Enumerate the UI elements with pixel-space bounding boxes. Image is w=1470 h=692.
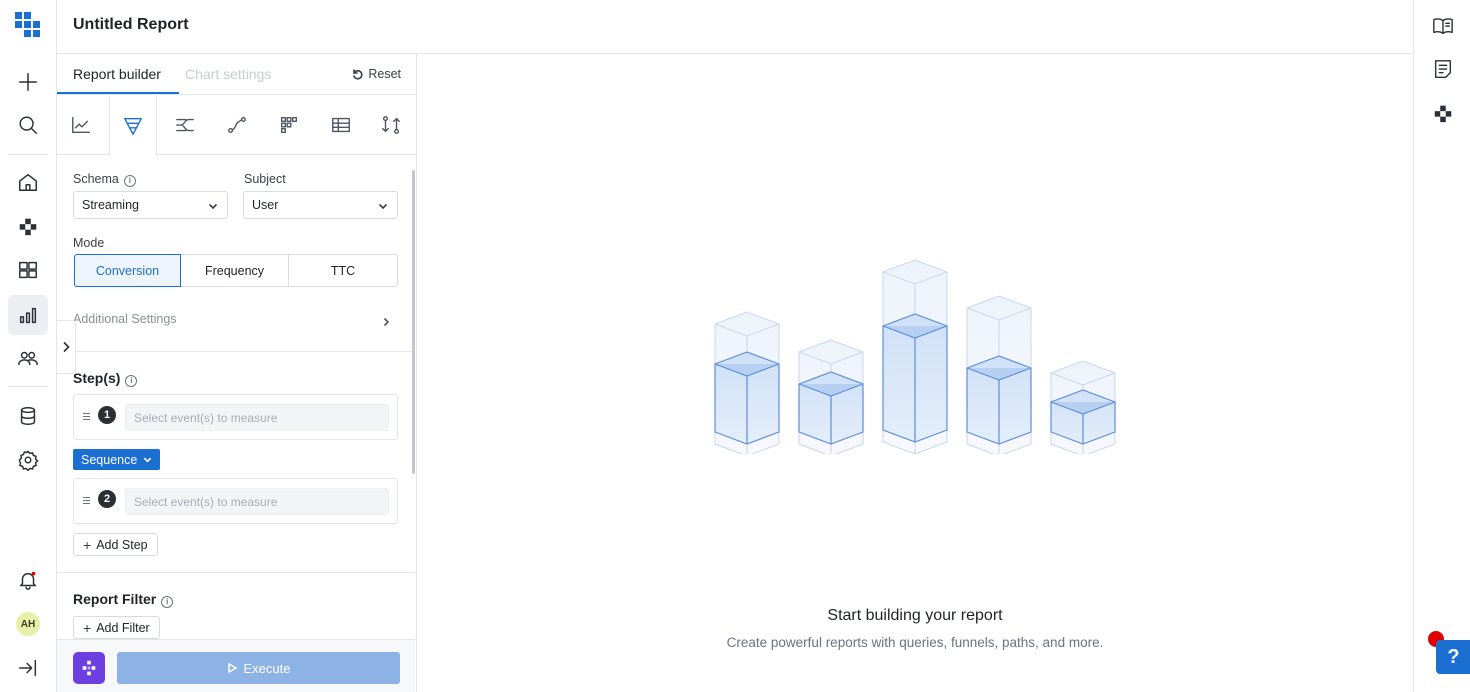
report-builder-panel: Report builder Chart settings Reset Sche… bbox=[57, 54, 417, 692]
report-header: Untitled Report bbox=[57, 0, 1413, 54]
info-icon[interactable]: i bbox=[123, 175, 136, 187]
execute-button[interactable]: Execute bbox=[117, 652, 400, 684]
subject-select[interactable]: User bbox=[243, 191, 398, 219]
reports-icon[interactable] bbox=[8, 295, 48, 335]
sequence-label: Sequence bbox=[81, 452, 138, 467]
step-row-1: 1 Select event(s) to measure bbox=[73, 394, 398, 440]
report-canvas: Start building your report Create powerf… bbox=[417, 54, 1413, 692]
new-plus-icon[interactable] bbox=[8, 62, 48, 102]
integrations-icon[interactable] bbox=[8, 206, 48, 246]
builder-footer: Execute bbox=[57, 639, 415, 692]
event-select-input[interactable]: Select event(s) to measure bbox=[125, 488, 389, 515]
trend-chart-icon[interactable] bbox=[57, 95, 105, 154]
section-divider bbox=[57, 351, 415, 352]
empty-state-illustration bbox=[714, 259, 1116, 454]
report-filter-title: Report Filter i bbox=[73, 591, 174, 608]
chevron-down-icon bbox=[208, 200, 218, 210]
app: AH Untitled Report Report builder Chart … bbox=[0, 0, 1470, 692]
steps-title: Step(s) i bbox=[73, 370, 138, 387]
nav-divider bbox=[8, 386, 48, 387]
page-title[interactable]: Untitled Report bbox=[73, 16, 189, 34]
integrations-icon[interactable] bbox=[1430, 100, 1456, 126]
empty-state-subtitle: Create powerful reports with queries, fu… bbox=[726, 635, 1104, 650]
plus-icon: + bbox=[83, 536, 92, 553]
step-row-2: 2 Select event(s) to measure bbox=[73, 478, 398, 524]
funnel-icon[interactable] bbox=[109, 95, 157, 156]
chevron-right-icon[interactable] bbox=[381, 314, 391, 332]
event-select-input[interactable]: Select event(s) to measure bbox=[125, 404, 389, 431]
play-icon bbox=[227, 663, 237, 673]
schema-value: Streaming bbox=[82, 198, 139, 212]
heatmap-icon[interactable] bbox=[265, 95, 313, 154]
help-button[interactable]: ? bbox=[1436, 640, 1470, 674]
panel-scrollbar[interactable] bbox=[412, 170, 415, 474]
table-icon[interactable] bbox=[317, 95, 365, 154]
drag-handle-icon[interactable] bbox=[83, 413, 90, 422]
steps-title-text: Step(s) bbox=[73, 370, 121, 386]
undo-icon bbox=[353, 69, 363, 80]
plus-icon: + bbox=[83, 619, 92, 636]
avatar[interactable]: AH bbox=[16, 612, 40, 636]
schema-label: Schema i bbox=[73, 172, 136, 187]
report-filter-title-text: Report Filter bbox=[73, 591, 157, 607]
report-type-bar bbox=[57, 95, 417, 156]
reset-label: Reset bbox=[368, 67, 401, 81]
left-nav-rail: AH bbox=[0, 0, 57, 692]
additional-settings[interactable]: Additional Settings bbox=[73, 312, 177, 326]
schema-label-text: Schema bbox=[73, 172, 119, 186]
section-divider bbox=[57, 572, 415, 573]
notification-bell-icon[interactable] bbox=[8, 560, 48, 600]
step-number: 1 bbox=[98, 406, 116, 424]
database-icon[interactable] bbox=[8, 396, 48, 436]
right-rail: ? bbox=[1413, 0, 1470, 692]
nav-divider bbox=[8, 154, 48, 155]
notes-icon[interactable] bbox=[1430, 56, 1456, 82]
docs-book-icon[interactable] bbox=[1430, 13, 1456, 39]
audiences-icon[interactable] bbox=[8, 338, 48, 378]
schema-select[interactable]: Streaming bbox=[73, 191, 228, 219]
panel-toggle-button[interactable] bbox=[57, 320, 76, 374]
step-number: 2 bbox=[98, 490, 116, 508]
path-icon[interactable] bbox=[213, 95, 261, 154]
sequence-dropdown[interactable]: Sequence bbox=[73, 449, 161, 470]
execute-label: Execute bbox=[243, 660, 291, 676]
collapse-nav-icon[interactable] bbox=[8, 648, 48, 688]
mode-ttc[interactable]: TTC bbox=[288, 254, 398, 287]
search-icon[interactable] bbox=[8, 105, 48, 145]
tab-report-builder[interactable]: Report builder bbox=[73, 66, 161, 82]
ai-assistant-button[interactable] bbox=[73, 652, 105, 684]
add-step-label: Add Step bbox=[96, 537, 148, 552]
chevron-down-icon bbox=[378, 200, 388, 210]
add-filter-button[interactable]: + Add Filter bbox=[73, 616, 160, 639]
chevron-right-icon bbox=[63, 341, 70, 353]
flow-icon[interactable] bbox=[161, 95, 209, 154]
app-grid-icon[interactable] bbox=[8, 5, 48, 45]
info-icon[interactable]: i bbox=[125, 375, 138, 387]
home-icon[interactable] bbox=[8, 162, 48, 202]
dashboards-icon[interactable] bbox=[8, 250, 48, 290]
add-step-button[interactable]: + Add Step bbox=[73, 533, 158, 556]
active-tab-underline bbox=[57, 92, 179, 94]
reset-button[interactable]: Reset bbox=[351, 67, 401, 81]
info-icon[interactable]: i bbox=[161, 596, 174, 608]
builder-tabs: Report builder Chart settings Reset bbox=[57, 54, 417, 95]
add-filter-label: Add Filter bbox=[96, 620, 150, 635]
empty-state-title: Start building your report bbox=[827, 607, 1003, 624]
compare-icon[interactable] bbox=[367, 95, 415, 154]
tab-chart-settings[interactable]: Chart settings bbox=[185, 66, 271, 82]
mode-label: Mode bbox=[73, 236, 105, 250]
sparkle-grid-icon bbox=[82, 660, 96, 676]
mode-conversion[interactable]: Conversion bbox=[74, 254, 181, 287]
chevron-down-icon bbox=[144, 457, 152, 463]
subject-label: Subject bbox=[244, 172, 286, 186]
subject-value: User bbox=[252, 198, 279, 212]
gear-icon[interactable] bbox=[8, 440, 48, 480]
mode-frequency[interactable]: Frequency bbox=[180, 254, 289, 287]
drag-handle-icon[interactable] bbox=[83, 497, 90, 506]
